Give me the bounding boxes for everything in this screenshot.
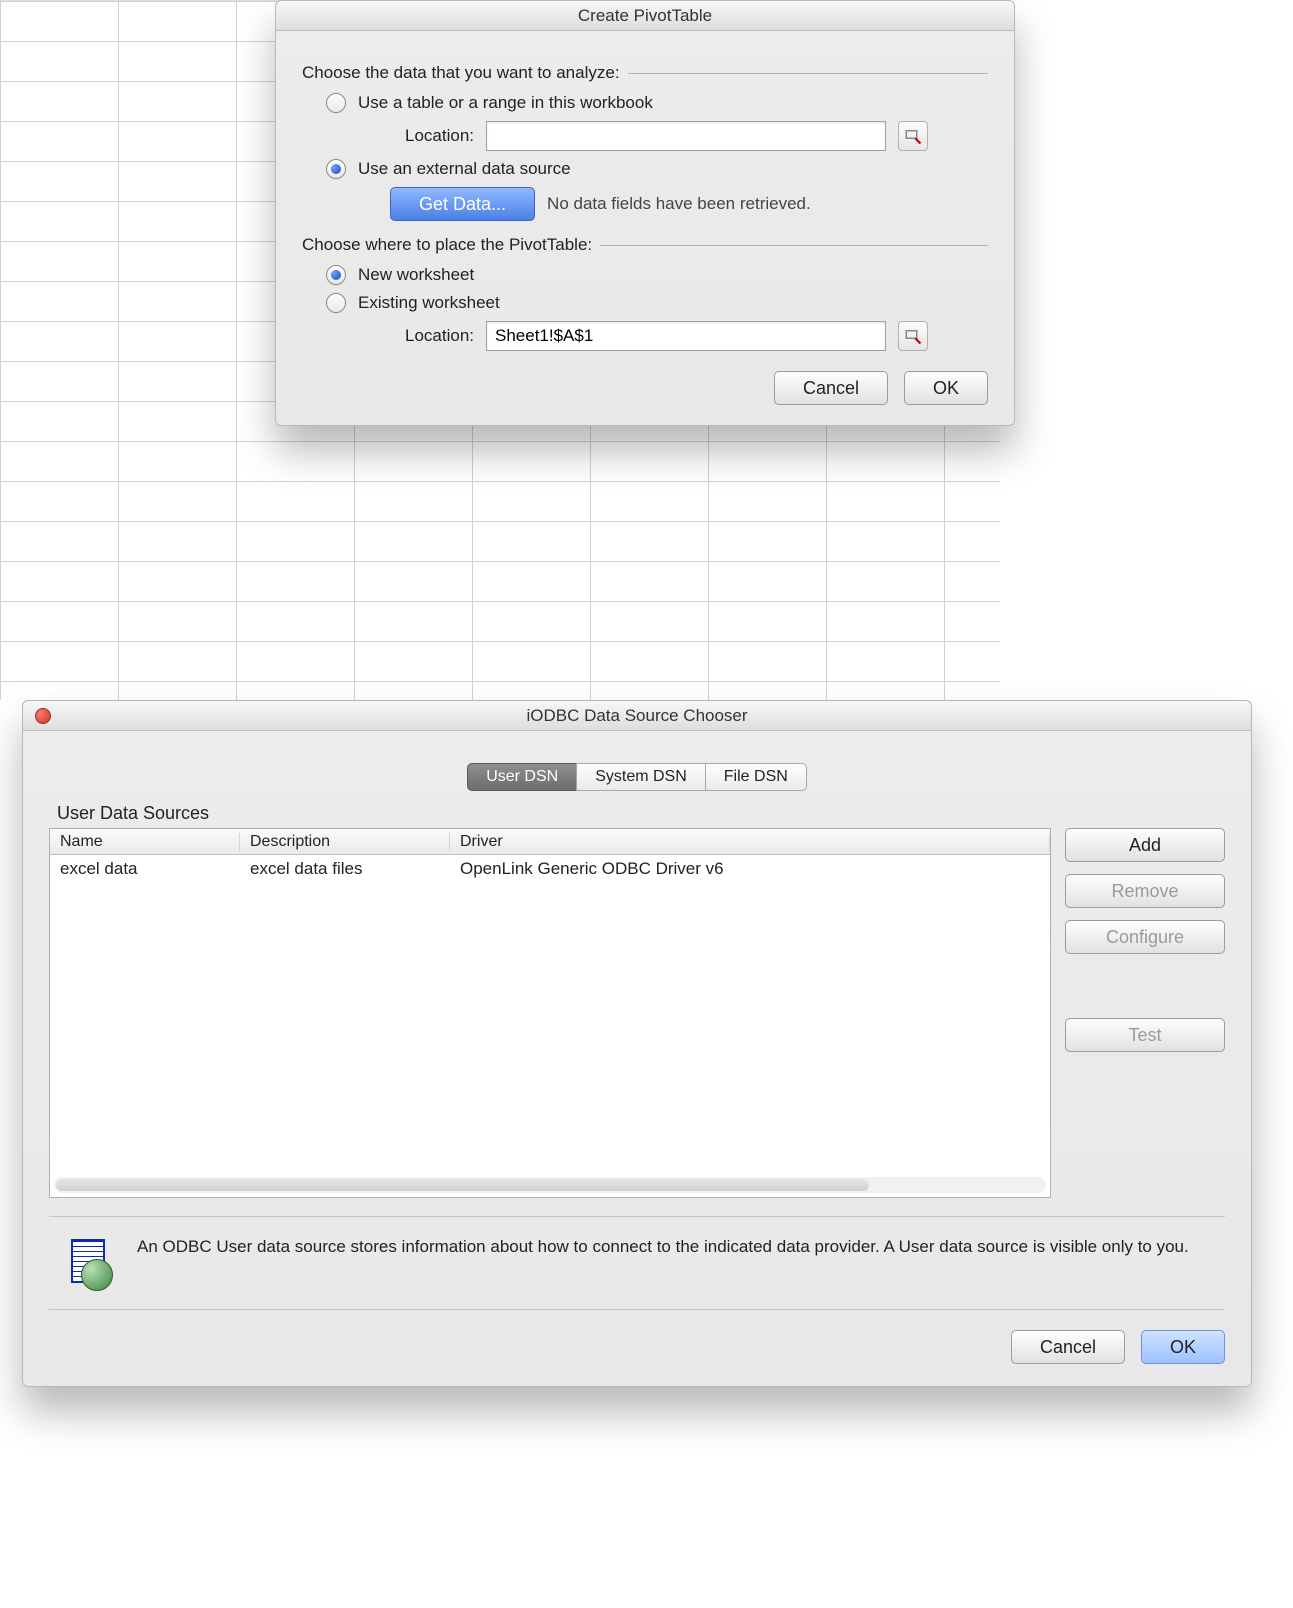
pivot-cancel-button[interactable]: Cancel: [774, 371, 888, 405]
choose-place-group: Choose where to place the PivotTable:: [302, 235, 988, 255]
dsn-table[interactable]: Name Description Driver excel data excel…: [49, 828, 1051, 1198]
configure-button[interactable]: Configure: [1065, 920, 1225, 954]
table-row[interactable]: excel data excel data files OpenLink Gen…: [50, 855, 1050, 883]
tab-file-dsn-label: File DSN: [724, 768, 788, 786]
remove-button[interactable]: Remove: [1065, 874, 1225, 908]
choose-data-group: Choose the data that you want to analyze…: [302, 63, 988, 83]
choose-place-label: Choose where to place the PivotTable:: [302, 235, 592, 255]
radio-new-worksheet-label: New worksheet: [358, 265, 474, 285]
chooser-title-text: iODBC Data Source Chooser: [526, 706, 747, 725]
place-location-input[interactable]: [486, 321, 886, 351]
horizontal-scrollbar[interactable]: [54, 1177, 1046, 1193]
test-button[interactable]: Test: [1065, 1018, 1225, 1052]
pivot-ok-button[interactable]: OK: [904, 371, 988, 405]
radio-new-worksheet[interactable]: [326, 265, 346, 285]
dsn-tabset: User DSN System DSN File DSN: [49, 763, 1225, 791]
chooser-ok-button[interactable]: OK: [1141, 1330, 1225, 1364]
radio-table-range[interactable]: [326, 93, 346, 113]
pivot-titlebar[interactable]: Create PivotTable: [276, 1, 1014, 31]
close-icon[interactable]: [35, 708, 51, 724]
cell-driver: OpenLink Generic ODBC Driver v6: [450, 859, 1050, 879]
cell-name: excel data: [50, 859, 240, 879]
col-description[interactable]: Description: [240, 833, 450, 851]
user-data-sources-caption: User Data Sources: [57, 803, 1225, 824]
odbc-chooser-dialog: iODBC Data Source Chooser User DSN Syste…: [22, 700, 1252, 1387]
chooser-titlebar[interactable]: iODBC Data Source Chooser: [23, 701, 1251, 731]
col-name[interactable]: Name: [50, 833, 240, 851]
col-driver[interactable]: Driver: [450, 833, 1050, 851]
radio-existing-worksheet[interactable]: [326, 293, 346, 313]
group-divider: [628, 73, 988, 74]
select-place-range-icon[interactable]: [898, 321, 928, 351]
get-data-message: No data fields have been retrieved.: [547, 194, 811, 214]
tab-file-dsn[interactable]: File DSN: [705, 763, 807, 791]
tab-user-dsn-label: User DSN: [486, 768, 558, 786]
radio-external-source[interactable]: [326, 159, 346, 179]
radio-existing-worksheet-label: Existing worksheet: [358, 293, 500, 313]
group-divider: [600, 245, 988, 246]
choose-data-label: Choose the data that you want to analyze…: [302, 63, 620, 83]
tab-user-dsn[interactable]: User DSN: [467, 763, 577, 791]
create-pivottable-dialog: Create PivotTable Choose the data that y…: [275, 0, 1015, 426]
separator: [49, 1309, 1225, 1310]
tab-system-dsn-label: System DSN: [595, 768, 687, 786]
chooser-cancel-button[interactable]: Cancel: [1011, 1330, 1125, 1364]
select-range-icon[interactable]: [898, 121, 928, 151]
separator: [49, 1216, 1225, 1217]
odbc-info-text: An ODBC User data source stores informat…: [137, 1235, 1189, 1259]
odbc-info-icon: [57, 1235, 113, 1291]
pivot-title-text: Create PivotTable: [578, 6, 712, 25]
radio-table-range-label: Use a table or a range in this workbook: [358, 93, 653, 113]
location-input[interactable]: [486, 121, 886, 151]
place-location-label: Location:: [390, 326, 474, 346]
radio-external-source-label: Use an external data source: [358, 159, 571, 179]
dsn-table-header: Name Description Driver: [50, 829, 1050, 855]
tab-system-dsn[interactable]: System DSN: [576, 763, 706, 791]
location-label: Location:: [390, 126, 474, 146]
get-data-button[interactable]: Get Data...: [390, 187, 535, 221]
cell-description: excel data files: [240, 859, 450, 879]
add-button[interactable]: Add: [1065, 828, 1225, 862]
